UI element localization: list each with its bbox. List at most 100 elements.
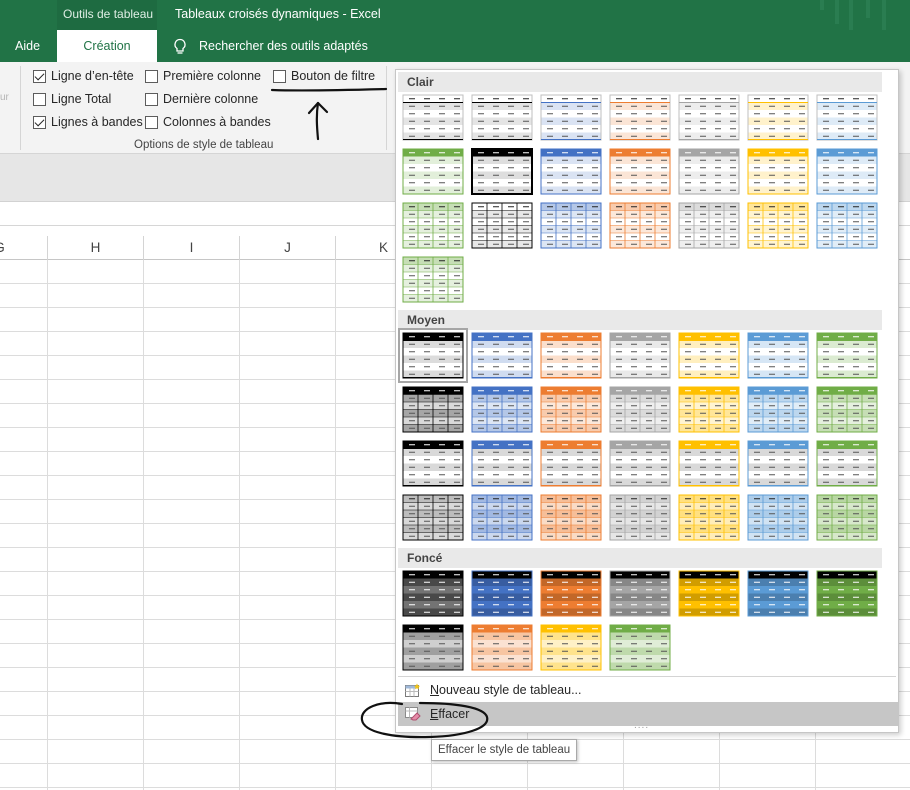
table-style-moyen-17[interactable]	[540, 440, 602, 487]
title-pattern	[849, 0, 853, 30]
section-header-moyen: Moyen	[398, 310, 882, 330]
table-style-moyen-10[interactable]	[540, 386, 602, 433]
option-last-column[interactable]: Dernière colonne	[145, 90, 258, 108]
title-pattern	[835, 0, 839, 24]
table-style-clair-21[interactable]	[816, 202, 878, 249]
option-header-row[interactable]: Ligne d’en-tête	[33, 67, 134, 85]
tell-me-search[interactable]: Rechercher des outils adaptés	[199, 30, 368, 62]
table-style-clair-7[interactable]	[816, 94, 878, 141]
group-label-table-style-options: Options de style de tableau	[134, 139, 274, 151]
table-style-clair-3[interactable]	[540, 94, 602, 141]
table-style-moyen-7[interactable]	[816, 332, 878, 379]
table-style-clair-8[interactable]	[402, 148, 464, 195]
table-style-fonce-1[interactable]	[402, 570, 464, 617]
table-style-clair-12[interactable]	[678, 148, 740, 195]
table-style-moyen-18[interactable]	[609, 440, 671, 487]
section-header-clair: Clair	[398, 72, 882, 92]
table-style-clair-1[interactable]	[402, 94, 464, 141]
table-style-moyen-11[interactable]	[609, 386, 671, 433]
table-style-moyen-25[interactable]	[609, 494, 671, 541]
table-style-moyen-26[interactable]	[678, 494, 740, 541]
table-style-moyen-9[interactable]	[471, 386, 533, 433]
checkbox[interactable]	[33, 69, 46, 83]
table-style-moyen-1[interactable]	[398, 328, 468, 383]
table-style-clair-18[interactable]	[609, 202, 671, 249]
table-style-clair-4[interactable]	[609, 94, 671, 141]
new-table-style-icon	[405, 683, 420, 697]
table-style-moyen-5[interactable]	[678, 332, 740, 379]
table-style-fonce-10[interactable]	[540, 624, 602, 671]
title-bar: Outils de tableau Tableaux croisés dynam…	[0, 0, 910, 30]
table-style-fonce-9[interactable]	[471, 624, 533, 671]
table-style-moyen-12[interactable]	[678, 386, 740, 433]
table-style-moyen-19[interactable]	[678, 440, 740, 487]
table-style-clair-15[interactable]	[402, 202, 464, 249]
table-style-clair-2[interactable]	[471, 94, 533, 141]
table-style-clair-20[interactable]	[747, 202, 809, 249]
lightbulb-icon	[174, 38, 186, 54]
column-header-h[interactable]: H	[48, 236, 144, 260]
checkbox[interactable]	[33, 115, 46, 129]
option-filter-button[interactable]: Bouton de filtre	[273, 67, 375, 85]
truncated-command: ur	[0, 92, 9, 103]
table-style-moyen-2[interactable]	[471, 332, 533, 379]
checkbox[interactable]	[145, 115, 158, 129]
table-style-clair-22[interactable]	[402, 256, 464, 303]
tooltip: Effacer le style de tableau	[431, 739, 578, 761]
table-style-moyen-14[interactable]	[816, 386, 878, 433]
table-style-moyen-6[interactable]	[747, 332, 809, 379]
tab-creation[interactable]: Création	[57, 30, 157, 62]
table-style-fonce-3[interactable]	[540, 570, 602, 617]
context-group-label: Outils de tableau	[57, 0, 157, 30]
column-header-g[interactable]: G	[0, 236, 48, 260]
table-style-fonce-7[interactable]	[816, 570, 878, 617]
table-style-moyen-22[interactable]	[402, 494, 464, 541]
checkbox[interactable]	[145, 69, 158, 83]
table-style-moyen-3[interactable]	[540, 332, 602, 379]
section-header-fonce: Foncé	[398, 548, 882, 568]
table-style-clair-5[interactable]	[678, 94, 740, 141]
table-style-clair-11[interactable]	[609, 148, 671, 195]
column-header-i[interactable]: I	[144, 236, 240, 260]
table-style-clair-17[interactable]	[540, 202, 602, 249]
table-style-fonce-4[interactable]	[609, 570, 671, 617]
table-style-clair-16[interactable]	[471, 202, 533, 249]
table-style-fonce-8[interactable]	[402, 624, 464, 671]
table-style-moyen-23[interactable]	[471, 494, 533, 541]
table-style-moyen-16[interactable]	[471, 440, 533, 487]
table-style-moyen-8[interactable]	[402, 386, 464, 433]
table-style-moyen-20[interactable]	[747, 440, 809, 487]
table-style-moyen-4[interactable]	[609, 332, 671, 379]
table-style-clair-6[interactable]	[747, 94, 809, 141]
checkbox[interactable]	[33, 92, 46, 106]
table-style-clair-10[interactable]	[540, 148, 602, 195]
option-first-column[interactable]: Première colonne	[145, 67, 261, 85]
table-style-moyen-15[interactable]	[402, 440, 464, 487]
table-style-clair-14[interactable]	[816, 148, 878, 195]
group-separator	[20, 66, 21, 150]
table-style-clair-13[interactable]	[747, 148, 809, 195]
title-pattern	[820, 0, 824, 10]
group-separator	[386, 66, 387, 150]
new-table-style-item[interactable]: Nouveau style de tableau...	[398, 678, 898, 702]
table-style-moyen-27[interactable]	[747, 494, 809, 541]
table-style-fonce-5[interactable]	[678, 570, 740, 617]
table-style-moyen-28[interactable]	[816, 494, 878, 541]
checkbox[interactable]	[273, 69, 286, 83]
resize-grip[interactable]: ....	[634, 720, 649, 731]
option-banded-rows[interactable]: Lignes à bandes	[33, 113, 143, 131]
table-style-fonce-2[interactable]	[471, 570, 533, 617]
table-style-fonce-11[interactable]	[609, 624, 671, 671]
table-style-moyen-21[interactable]	[816, 440, 878, 487]
table-style-moyen-13[interactable]	[747, 386, 809, 433]
checkbox[interactable]	[145, 92, 158, 106]
table-style-clair-19[interactable]	[678, 202, 740, 249]
column-header-j[interactable]: J	[240, 236, 336, 260]
table-style-moyen-24[interactable]	[540, 494, 602, 541]
table-style-fonce-6[interactable]	[747, 570, 809, 617]
option-total-row[interactable]: Ligne Total	[33, 90, 111, 108]
option-banded-columns[interactable]: Colonnes à bandes	[145, 113, 271, 131]
title-pattern	[866, 0, 870, 18]
tab-aide[interactable]: Aide	[15, 30, 40, 62]
table-style-clair-9[interactable]	[471, 148, 533, 195]
